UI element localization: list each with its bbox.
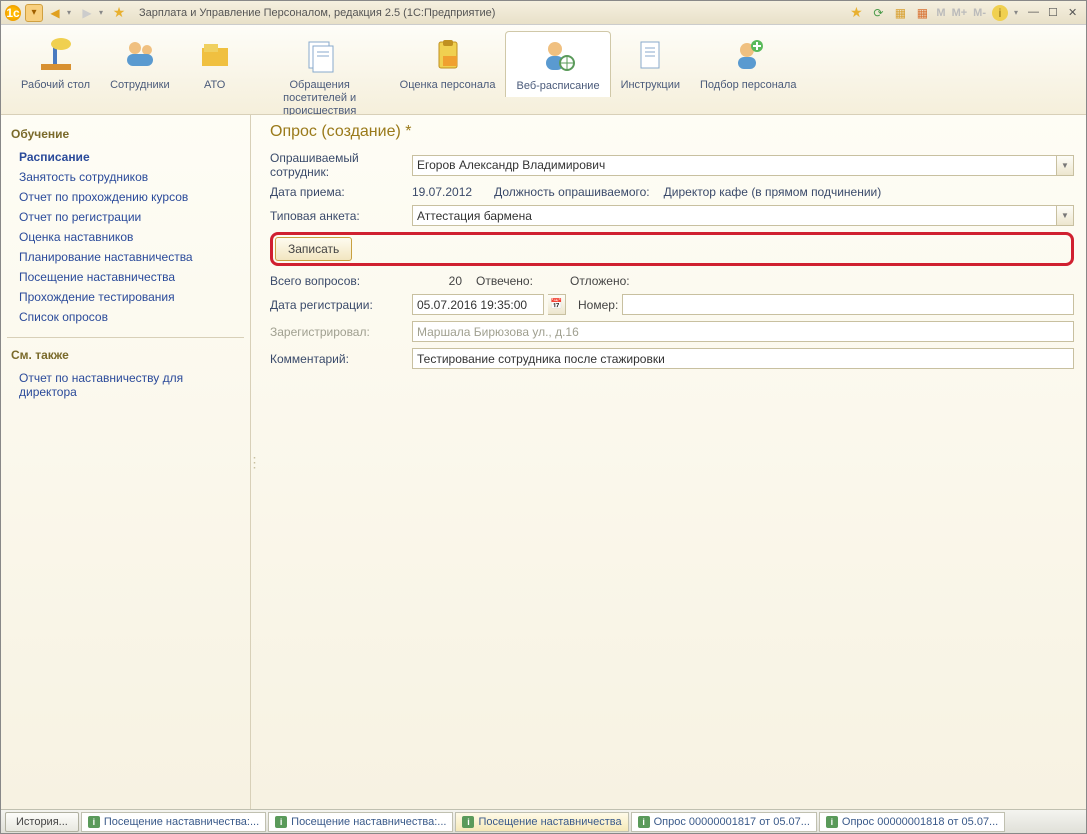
label-template: Типовая анкета: (270, 209, 408, 223)
refresh-icon[interactable]: ⟳ (870, 5, 886, 21)
sidebar-item-availability[interactable]: Занятость сотрудников (7, 167, 244, 187)
input-employee[interactable] (412, 155, 1056, 176)
statusbar: История... iПосещение наставничества:...… (1, 809, 1086, 833)
label-answered: Отвечено: (476, 274, 566, 288)
save-highlight: Записать (270, 232, 1074, 266)
m-minus-button[interactable]: M- (973, 7, 986, 19)
nav-forward-dropdown-icon[interactable]: ▾ (99, 8, 107, 17)
desk-lamp-icon (36, 35, 76, 75)
toolbar-web-schedule[interactable]: Веб-расписание (505, 31, 610, 97)
label-hire-date: Дата приема: (270, 185, 408, 199)
toolbar-recruitment[interactable]: Подбор персонала (690, 31, 806, 96)
info-small-icon: i (88, 816, 100, 828)
label-comment: Комментарий: (270, 352, 408, 366)
toolbar-desktop[interactable]: Рабочий стол (11, 31, 100, 96)
people-icon (120, 35, 160, 75)
app-window: 1c ▾ ◀ ▾ ▶ ▾ ★ Зарплата и Управление Пер… (0, 0, 1087, 834)
app-icon: 1c (5, 5, 21, 21)
status-tab-4[interactable]: iОпрос 00000001818 от 05.07... (819, 812, 1005, 832)
label-postponed: Отложено: (570, 274, 630, 288)
label-total-q: Всего вопросов: (270, 274, 408, 288)
status-tab-0[interactable]: iПосещение наставничества:... (81, 812, 266, 832)
info-small-icon: i (275, 816, 287, 828)
form-title: Опрос (создание) * (270, 123, 1074, 141)
folder-icon (195, 35, 235, 75)
info-small-icon: i (638, 816, 650, 828)
toolbar-employees[interactable]: Сотрудники (100, 31, 180, 96)
label-number: Номер: (578, 298, 618, 312)
m-button[interactable]: M (936, 7, 945, 19)
label-position: Должность опрашиваемого: (494, 185, 650, 199)
document-stack-icon (300, 35, 340, 75)
clipboard-icon (428, 35, 468, 75)
history-button[interactable]: История... (5, 812, 79, 832)
info-icon[interactable]: i (992, 5, 1008, 21)
star2-icon[interactable]: ★ (848, 5, 864, 21)
user-globe-icon (538, 36, 578, 76)
save-button[interactable]: Записать (275, 237, 352, 261)
maximize-icon[interactable]: ☐ (1048, 6, 1062, 20)
input-number[interactable] (622, 294, 1074, 315)
minimize-icon[interactable]: — (1028, 6, 1042, 20)
sidebar-item-testing[interactable]: Прохождение тестирования (7, 287, 244, 307)
dropdown-employee-icon[interactable]: ▼ (1056, 155, 1074, 176)
sidebar-heading-seealso: См. также (11, 348, 240, 362)
label-reg-date: Дата регистрации: (270, 298, 408, 312)
calendar-icon[interactable]: ▦ (914, 5, 930, 21)
value-total-q: 20 (412, 274, 472, 288)
sidebar-item-registration-report[interactable]: Отчет по регистрации (7, 207, 244, 227)
dropdown-main-icon[interactable]: ▾ (25, 4, 43, 22)
main-toolbar: Рабочий стол Сотрудники АТО Обращения по… (1, 25, 1086, 115)
sidebar-item-mentor-eval[interactable]: Оценка наставников (7, 227, 244, 247)
toolbar-requests[interactable]: Обращения посетителей и происшествия (250, 31, 390, 123)
sidebar-heading-training: Обучение (11, 127, 240, 141)
favorite-icon[interactable]: ★ (111, 5, 127, 21)
sidebar-item-schedule[interactable]: Расписание (7, 147, 244, 167)
value-position: Директор кафе (в прямом подчинении) (664, 185, 882, 199)
input-comment[interactable] (412, 348, 1074, 369)
sidebar-item-course-report[interactable]: Отчет по прохождению курсов (7, 187, 244, 207)
nav-back-dropdown-icon[interactable]: ▾ (67, 8, 75, 17)
label-employee: Опрашиваемый сотрудник: (270, 151, 408, 179)
titlebar: 1c ▾ ◀ ▾ ▶ ▾ ★ Зарплата и Управление Пер… (1, 1, 1086, 25)
calendar-picker-icon[interactable]: 📅 (548, 294, 566, 315)
m-plus-button[interactable]: M+ (952, 7, 968, 19)
status-tab-2[interactable]: iПосещение наставничества (455, 812, 628, 832)
splitter[interactable] (251, 115, 258, 809)
sidebar-item-mentor-plan[interactable]: Планирование наставничества (7, 247, 244, 267)
input-template[interactable] (412, 205, 1056, 226)
toolbar-instructions[interactable]: Инструкции (611, 31, 690, 96)
combo-employee[interactable]: ▼ (412, 155, 1074, 176)
sidebar-divider (7, 337, 244, 338)
value-hire-date: 19.07.2012 (412, 185, 472, 199)
sidebar-item-mentor-visit[interactable]: Посещение наставничества (7, 267, 244, 287)
document-icon (630, 35, 670, 75)
calculator-icon[interactable]: ▦ (892, 5, 908, 21)
user-plus-icon (728, 35, 768, 75)
toolbar-evaluation[interactable]: Оценка персонала (390, 31, 506, 96)
info-small-icon: i (462, 816, 474, 828)
info-dropdown-icon[interactable]: ▾ (1014, 8, 1022, 17)
body: Обучение Расписание Занятость сотруднико… (1, 115, 1086, 809)
nav-forward-icon[interactable]: ▶ (79, 5, 95, 21)
toolbar-ato[interactable]: АТО (180, 31, 250, 96)
label-registered-by: Зарегистрировал: (270, 325, 408, 339)
sidebar-item-director-report[interactable]: Отчет по наставничеству для директора (7, 368, 244, 402)
combo-template[interactable]: ▼ (412, 205, 1074, 226)
close-icon[interactable]: ✕ (1068, 6, 1082, 20)
nav-back-icon[interactable]: ◀ (47, 5, 63, 21)
status-tab-3[interactable]: iОпрос 00000001817 от 05.07... (631, 812, 817, 832)
content: Опрос (создание) * Опрашиваемый сотрудни… (258, 115, 1086, 809)
dropdown-template-icon[interactable]: ▼ (1056, 205, 1074, 226)
sidebar-item-survey-list[interactable]: Список опросов (7, 307, 244, 327)
status-tab-1[interactable]: iПосещение наставничества:... (268, 812, 453, 832)
input-registered-by (412, 321, 1074, 342)
sidebar: Обучение Расписание Занятость сотруднико… (1, 115, 251, 809)
info-small-icon: i (826, 816, 838, 828)
input-reg-date[interactable] (412, 294, 544, 315)
window-title: Зарплата и Управление Персоналом, редакц… (139, 7, 495, 19)
